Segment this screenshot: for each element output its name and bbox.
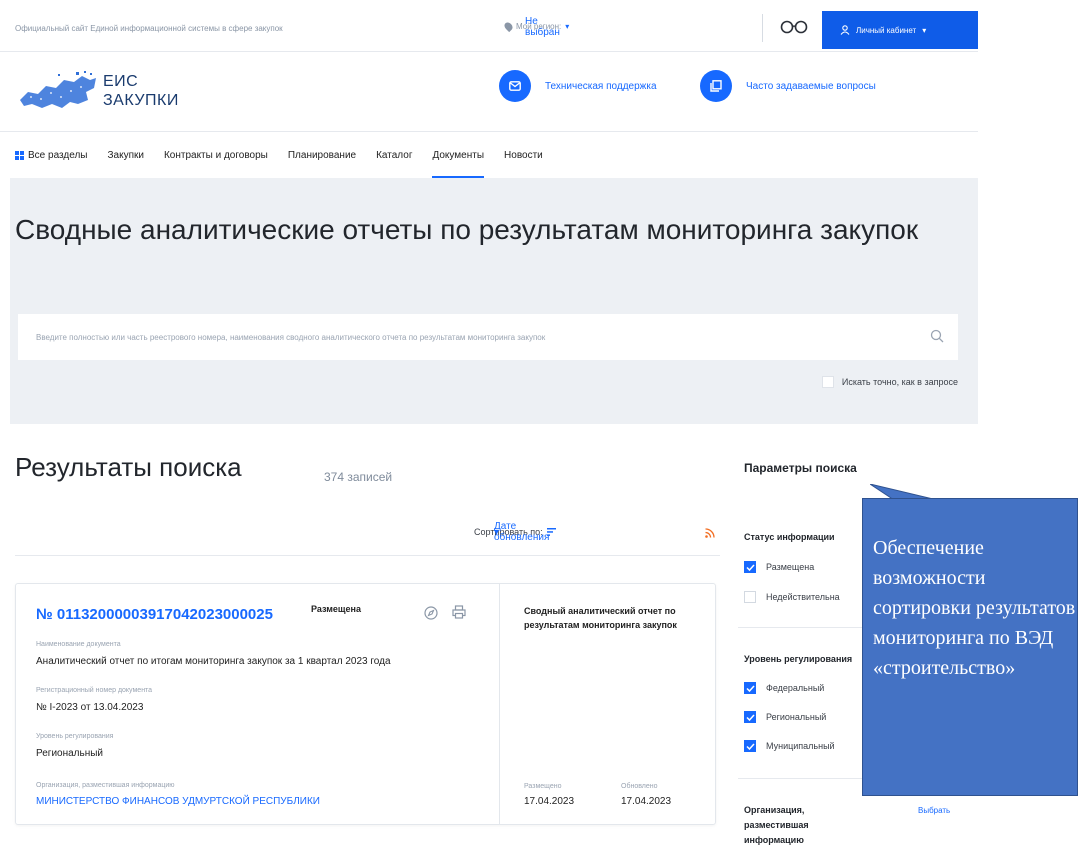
level-value: Региональный	[36, 748, 104, 759]
divider	[738, 627, 878, 628]
registry-number-link[interactable]: № 01132000003917042023000025	[36, 606, 273, 623]
logo-line-1: ЕИС	[103, 73, 139, 90]
nav-item-contracts[interactable]: Контракты и договоры	[164, 132, 268, 178]
org-choose-link[interactable]: Выбрать	[918, 806, 950, 815]
filter-level-regional-label: Региональный	[766, 712, 827, 722]
level-filter-title: Уровень регулирования	[744, 654, 853, 664]
divider	[15, 555, 720, 556]
logo-text[interactable]: ЕИС ЗАКУПКИ	[103, 72, 179, 110]
results-count: 374 записей	[324, 470, 393, 484]
nav-item-purchases[interactable]: Закупки	[107, 132, 143, 178]
checkbox-checked[interactable]	[744, 711, 756, 723]
personal-cabinet-button[interactable]: Личный кабинет ▾	[822, 11, 978, 49]
cabinet-label: Личный кабинет	[856, 25, 917, 35]
filter-level-regional[interactable]: Региональный	[744, 711, 826, 723]
compass-icon[interactable]	[424, 606, 438, 620]
filter-status-placed-label: Размещена	[766, 562, 815, 572]
russia-map-logo-icon[interactable]	[18, 70, 98, 114]
exact-search-option[interactable]: Искать точно, как в запросе	[821, 376, 958, 388]
page-title: Сводные аналитические отчеты по результа…	[15, 214, 919, 245]
faq-link[interactable]: Часто задаваемые вопросы	[700, 70, 876, 102]
divider	[738, 778, 878, 779]
org-label: Организация, разместившая информацию	[36, 782, 175, 789]
exact-search-label: Искать точно, как в запросе	[841, 377, 958, 387]
faq-label: Часто задаваемые вопросы	[746, 80, 876, 92]
updated-date-label: Обновлено	[621, 783, 658, 790]
checkbox-unchecked[interactable]	[744, 591, 756, 603]
updated-date-value: 17.04.2023	[621, 796, 672, 807]
mail-icon	[499, 70, 531, 102]
checkbox-checked[interactable]	[744, 740, 756, 752]
chevron-down-icon: ▾	[922, 25, 927, 35]
nav-all-sections-label: Все разделы	[28, 149, 88, 161]
tech-support-label: Техническая поддержка	[545, 80, 657, 92]
print-icon[interactable]	[452, 605, 466, 619]
divider	[762, 14, 763, 42]
results-title: Результаты поиска	[15, 452, 242, 482]
official-site-text: Официальный сайт Единой информационной с…	[15, 24, 283, 33]
main-nav: Все разделы Закупки Контракты и договоры…	[15, 132, 543, 178]
sort-control[interactable]: Сортировать по: Дате обновления ▾	[474, 521, 556, 543]
region-selector[interactable]: Мой регион: Не выбран ▾	[502, 16, 569, 38]
sort-value[interactable]: Дате обновления	[494, 521, 556, 543]
filter-status-placed[interactable]: Размещена	[744, 561, 814, 573]
status-filter-title: Статус информации	[744, 532, 835, 542]
filter-level-municipal[interactable]: Муниципальный	[744, 740, 835, 752]
status-badge: Размещена	[311, 604, 361, 614]
checkbox-checked[interactable]	[744, 682, 756, 694]
nav-all-sections[interactable]: Все разделы	[15, 132, 87, 178]
search-box	[18, 314, 958, 360]
location-pin-icon	[502, 20, 515, 33]
glasses-icon[interactable]	[780, 18, 808, 36]
chevron-down-icon: ▾	[494, 526, 500, 538]
filter-status-invalid[interactable]: Недействительна	[744, 591, 840, 603]
checkbox-checked[interactable]	[744, 561, 756, 573]
document-type: Сводный аналитический отчет по результат…	[524, 606, 677, 630]
logo-line-2: ЗАКУПКИ	[103, 92, 179, 109]
reg-number-value: № I-2023 от 13.04.2023	[36, 702, 144, 713]
card-divider	[499, 584, 500, 824]
hero-section: Сводные аналитические отчеты по результа…	[10, 178, 978, 424]
region-value[interactable]: Не выбран	[525, 16, 569, 38]
annotation-callout: Обеспечение возможности сортировки резул…	[862, 498, 1078, 796]
faq-icon	[700, 70, 732, 102]
filters-title: Параметры поиска	[744, 461, 857, 475]
reg-number-label: Регистрационный номер документа	[36, 687, 153, 694]
placed-date-value: 17.04.2023	[524, 796, 575, 807]
level-label: Уровень регулирования	[36, 733, 114, 740]
nav-item-news[interactable]: Новости	[504, 132, 543, 178]
header: ЕИС ЗАКУПКИ Техническая поддержка Часто …	[0, 52, 978, 132]
exact-search-checkbox[interactable]	[821, 376, 834, 388]
filter-level-federal-label: Федеральный	[766, 683, 825, 693]
search-icon[interactable]	[930, 329, 944, 343]
rss-icon[interactable]	[705, 528, 715, 538]
search-input[interactable]	[18, 314, 898, 360]
nav-item-planning[interactable]: Планирование	[288, 132, 356, 178]
nav-item-catalog[interactable]: Каталог	[376, 132, 412, 178]
result-card: № 01132000003917042023000025 Размещена Н…	[15, 583, 716, 825]
filter-level-municipal-label: Муниципальный	[766, 741, 835, 751]
doc-name-value: Аналитический отчет по итогам мониторинг…	[36, 656, 391, 667]
placed-date-label: Размещено	[524, 783, 562, 790]
org-link[interactable]: МИНИСТЕРСТВО ФИНАНСОВ УДМУРТСКОЙ РЕСПУБЛ…	[36, 796, 320, 807]
tech-support-link[interactable]: Техническая поддержка	[499, 70, 657, 102]
user-icon	[840, 25, 850, 35]
filter-status-invalid-label: Недействительна	[766, 592, 840, 602]
grid-icon	[15, 150, 24, 160]
filter-level-federal[interactable]: Федеральный	[744, 682, 824, 694]
doc-name-label: Наименование документа	[36, 641, 121, 648]
nav-item-documents[interactable]: Документы	[432, 132, 484, 178]
top-bar: Официальный сайт Единой информационной с…	[0, 0, 978, 52]
org-filter-title: Организация, разместившая информацию	[744, 805, 809, 845]
